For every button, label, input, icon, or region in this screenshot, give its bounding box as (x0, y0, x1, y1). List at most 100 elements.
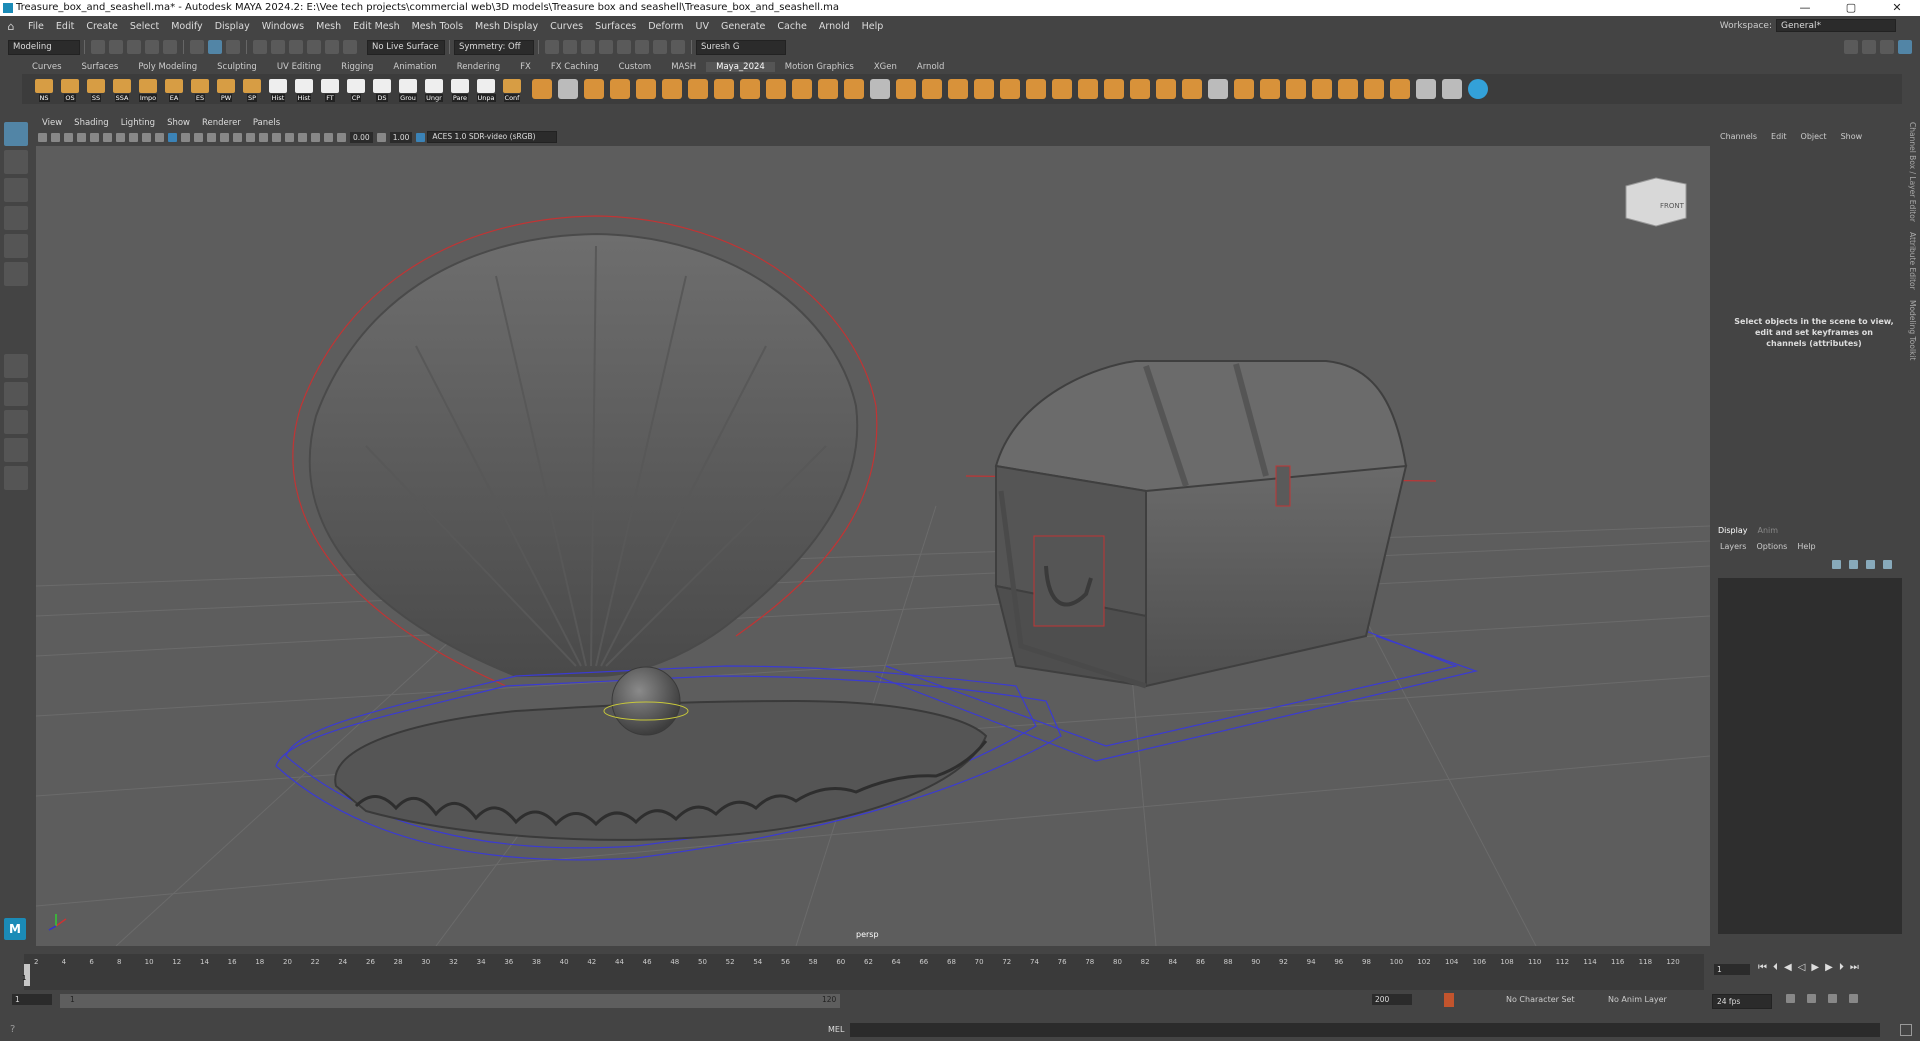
bevel-icon[interactable] (610, 79, 630, 99)
step-back-key-icon[interactable]: ⏴ (1773, 962, 1778, 973)
wireframe-icon[interactable] (181, 132, 190, 142)
sound-icon[interactable] (1828, 994, 1837, 1003)
mirror-icon[interactable] (792, 79, 812, 99)
bridge-icon[interactable] (714, 79, 734, 99)
multi-cut-icon[interactable] (584, 79, 604, 99)
film-gate-icon[interactable] (90, 132, 99, 142)
shelf-tab-sculpting[interactable]: Sculpting (207, 62, 267, 72)
channel-box-menu-show[interactable]: Show (1841, 132, 1863, 141)
xray-joints-icon[interactable] (324, 132, 333, 142)
cylinder-icon[interactable] (922, 79, 942, 99)
toggle-tool-settings-icon[interactable] (1880, 40, 1894, 54)
panel-menu-view[interactable]: View (36, 118, 68, 128)
command-language-label[interactable]: MEL (828, 1025, 844, 1034)
layer-menu-help[interactable]: Help (1797, 542, 1815, 551)
paint-select-tool-icon[interactable] (4, 178, 28, 202)
shelf-button-grou[interactable]: Grou (396, 76, 420, 102)
xray-icon[interactable] (311, 132, 320, 142)
shelf-button-pare[interactable]: Pare (448, 76, 472, 102)
shelf-tab-fx-caching[interactable]: FX Caching (541, 62, 609, 72)
layer-menu-layers[interactable]: Layers (1720, 542, 1746, 551)
arnold-render-icon[interactable] (635, 40, 649, 54)
step-forward-key-icon[interactable]: ⏵ (1839, 962, 1844, 973)
arnold-globe-icon[interactable] (1468, 79, 1488, 99)
menu-mesh[interactable]: Mesh (310, 21, 347, 32)
lattice-icon[interactable] (1338, 79, 1358, 99)
menu-help[interactable]: Help (856, 21, 890, 32)
transform-icon[interactable] (1208, 79, 1228, 99)
fps-dropdown[interactable]: 24 fps (1712, 994, 1772, 1009)
command-input[interactable] (850, 1023, 1880, 1037)
save-scene-icon[interactable] (127, 40, 141, 54)
menu-set-dropdown[interactable]: Modeling (8, 39, 80, 55)
seashell-top[interactable] (308, 232, 859, 677)
safe-action-icon[interactable] (142, 132, 151, 142)
shelf-tab-mash[interactable]: MASH (661, 62, 706, 72)
scale-icon[interactable] (1260, 79, 1280, 99)
rotate-tool-icon[interactable] (4, 234, 28, 258)
snap-center-icon[interactable] (343, 40, 357, 54)
pearl[interactable] (611, 666, 681, 736)
shelf-button-unpa[interactable]: Unpa (474, 76, 498, 102)
shelf-button-ds[interactable]: DS (370, 76, 394, 102)
menu-generate[interactable]: Generate (715, 21, 771, 32)
go-to-start-icon[interactable]: ⏮ (1758, 962, 1767, 973)
use-all-lights-icon[interactable] (233, 132, 242, 142)
shelf-button-sp[interactable]: SP (240, 76, 264, 102)
move-layer-down-icon[interactable] (1849, 560, 1858, 569)
shelf-button-es[interactable]: ES (188, 76, 212, 102)
select-object-icon[interactable] (208, 40, 222, 54)
toggle-attribute-editor-icon[interactable] (1862, 40, 1876, 54)
four-view-layout-icon[interactable] (4, 382, 28, 406)
anim-layer-dropdown[interactable]: No Anim Layer (1608, 995, 1667, 1004)
sphere-icon[interactable] (948, 79, 968, 99)
shelf-button-ea[interactable]: EA (162, 76, 186, 102)
wire-icon[interactable] (1390, 79, 1410, 99)
menu-deform[interactable]: Deform (642, 21, 689, 32)
snap-grid-icon[interactable] (253, 40, 267, 54)
menu-file[interactable]: File (22, 21, 50, 32)
live-surface-field[interactable]: No Live Surface (367, 39, 445, 55)
new-empty-layer-icon[interactable] (1866, 560, 1875, 569)
maximize-button[interactable]: ▢ (1828, 0, 1874, 16)
step-forward-frame-icon[interactable]: ▶ (1825, 962, 1833, 973)
helix-icon[interactable] (1078, 79, 1098, 99)
home-icon[interactable]: ⌂ (0, 20, 22, 33)
uv-snapshot-icon[interactable] (870, 79, 890, 99)
menu-curves[interactable]: Curves (544, 21, 589, 32)
symmetry-dropdown[interactable]: Symmetry: Off (454, 39, 534, 55)
safe-title-icon[interactable] (155, 132, 164, 142)
new-scene-icon[interactable] (91, 40, 105, 54)
panel-menu-renderer[interactable]: Renderer (196, 118, 247, 128)
hypershade-icon[interactable] (617, 40, 631, 54)
menu-mesh-display[interactable]: Mesh Display (469, 21, 544, 32)
view-transform-dropdown[interactable]: ACES 1.0 SDR-video (sRGB) (427, 131, 558, 143)
script-editor-icon[interactable] (1900, 1024, 1912, 1036)
go-to-end-icon[interactable]: ⏭ (1850, 962, 1859, 973)
screen-space-ao-icon[interactable] (259, 132, 268, 142)
select-hierarchy-icon[interactable] (190, 40, 204, 54)
panel-menu-show[interactable]: Show (161, 118, 196, 128)
wireframe-on-shaded-icon[interactable] (207, 132, 216, 142)
twist-icon[interactable] (1312, 79, 1332, 99)
shelf-button-cp[interactable]: CP (344, 76, 368, 102)
render-view-icon[interactable] (545, 40, 559, 54)
isolate-select-icon[interactable] (298, 132, 307, 142)
minimize-button[interactable]: — (1782, 0, 1828, 16)
help-icon[interactable]: ? (10, 1024, 15, 1035)
move-tool-icon[interactable] (4, 206, 28, 230)
select-tool-icon[interactable] (4, 122, 28, 146)
render-settings-icon[interactable] (599, 40, 613, 54)
menu-mesh-tools[interactable]: Mesh Tools (406, 21, 469, 32)
extrude-icon[interactable] (688, 79, 708, 99)
menu-select[interactable]: Select (124, 21, 165, 32)
color-management-icon[interactable] (416, 132, 426, 142)
menu-windows[interactable]: Windows (256, 21, 310, 32)
checker-icon[interactable] (1442, 79, 1462, 99)
shelf-tab-surfaces[interactable]: Surfaces (72, 62, 129, 72)
shelf-button-hist[interactable]: Hist (266, 76, 290, 102)
shelf-button-pw[interactable]: PW (214, 76, 238, 102)
sidetab-modeling-toolkit[interactable]: Modeling Toolkit (1908, 300, 1917, 360)
channel-box-menu-edit[interactable]: Edit (1771, 132, 1787, 141)
shelf-button-ss[interactable]: SS (84, 76, 108, 102)
